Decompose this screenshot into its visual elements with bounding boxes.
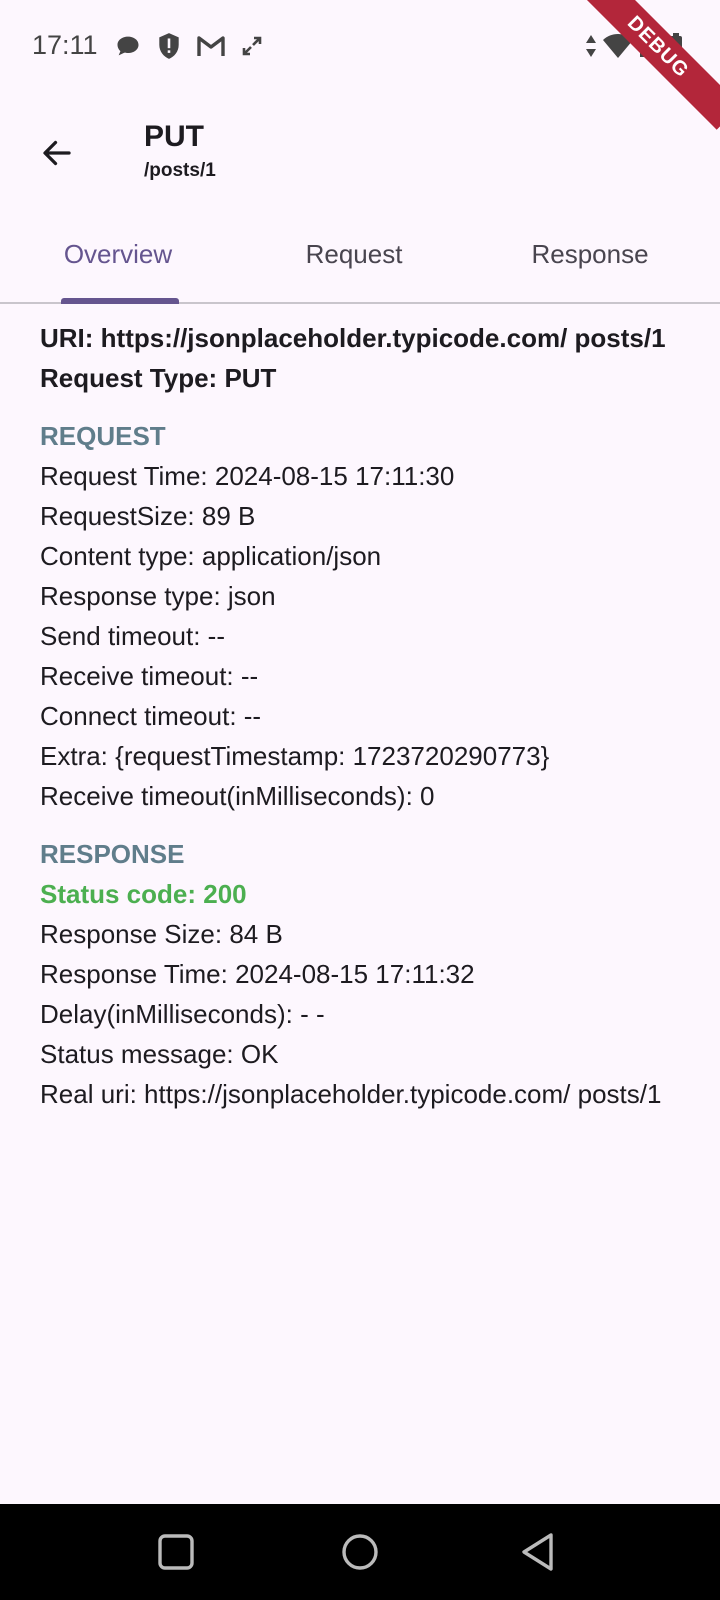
response-detail: Delay(inMilliseconds): - - — [40, 999, 325, 1029]
request-detail: RequestSize: 89 B — [40, 501, 256, 531]
tab-indicator — [61, 298, 179, 304]
status-code-text: Status code: 200 — [40, 879, 247, 909]
request-detail: Request Time: 2024-08-15 17:11:30 — [40, 461, 455, 491]
overview-content: URI: https://jsonplaceholder.typicode.co… — [40, 318, 680, 1114]
arrow-back-icon — [43, 140, 71, 166]
request-type-text: Request Type: PUT — [40, 363, 277, 393]
page-subtitle: /posts/1 — [144, 160, 216, 181]
status-time: 17:11 — [32, 30, 98, 60]
request-detail: Content type: application/json — [40, 541, 382, 571]
status-bar: 17:11 DEBUG — [0, 0, 720, 130]
recents-button[interactable] — [146, 1522, 206, 1582]
app-bar: PUT /posts/1 — [0, 96, 720, 206]
response-detail: Response Time: 2024-08-15 17:11:32 — [40, 959, 475, 989]
tab-bar: Overview Request Response — [0, 206, 720, 304]
back-button[interactable] — [30, 126, 84, 180]
back-triangle-icon — [522, 1533, 553, 1571]
tab-response[interactable]: Response — [472, 206, 708, 302]
request-detail: Extra: {requestTimestamp: 1723720290773} — [40, 741, 550, 771]
gmail-icon — [196, 33, 226, 64]
data-arrows-icon — [584, 33, 598, 64]
home-circle-icon — [342, 1534, 378, 1570]
notification-icons — [114, 32, 264, 65]
request-section-title: REQUEST — [40, 421, 166, 451]
tab-overview[interactable]: Overview — [0, 206, 236, 302]
request-detail: Response type: json — [40, 581, 276, 611]
back-nav-button[interactable] — [508, 1522, 568, 1582]
response-detail: Real uri: https://jsonplaceholder.typico… — [40, 1079, 662, 1109]
response-detail: Response Size: 84 B — [40, 919, 283, 949]
request-detail: Receive timeout: -- — [40, 661, 259, 691]
recents-square-icon — [158, 1534, 194, 1570]
tab-request[interactable]: Request — [236, 206, 472, 302]
response-section-title: RESPONSE — [40, 839, 185, 869]
chat-icon — [114, 32, 142, 65]
home-button[interactable] — [330, 1522, 390, 1582]
shield-alert-icon — [156, 32, 182, 65]
system-nav-bar — [0, 1504, 720, 1600]
request-detail: Receive timeout(inMilliseconds): 0 — [40, 781, 435, 811]
page-title: PUT — [144, 120, 204, 153]
response-detail: Status message: OK — [40, 1039, 279, 1069]
sync-icon — [240, 33, 264, 64]
request-detail: Send timeout: -- — [40, 621, 225, 651]
request-detail: Connect timeout: -- — [40, 701, 262, 731]
uri-text: URI: https://jsonplaceholder.typicode.co… — [40, 323, 666, 353]
